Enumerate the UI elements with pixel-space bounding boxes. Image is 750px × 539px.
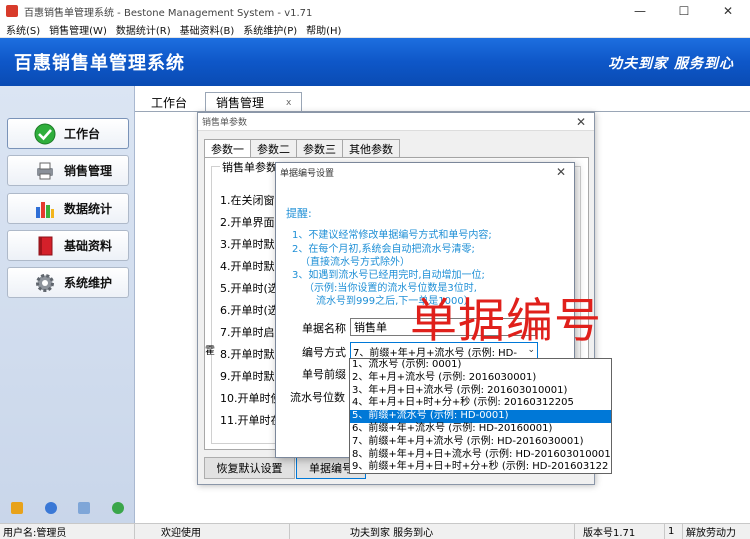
gear-icon xyxy=(34,272,56,294)
printer-icon xyxy=(34,160,56,182)
status-version: 版本号1.71 xyxy=(575,524,665,539)
tip-heading: 提醒: xyxy=(286,207,312,220)
banner-slogan: 功夫到家 服务到心 xyxy=(608,56,734,72)
tab-params-3[interactable]: 参数三 xyxy=(296,139,343,157)
sidebar-item-statistics[interactable]: 数据统计 xyxy=(7,193,129,224)
numbering-mode-dropdown: 1、流水号 (示例: 0001) 2、年+月+流水号 (示例: 20160300… xyxy=(349,358,612,474)
bar-chart-icon xyxy=(34,198,56,220)
menu-bar: 系统(S) 销售管理(W) 数据统计(R) 基础资料(B) 系统维护(P) 帮助… xyxy=(0,22,750,38)
dropdown-option[interactable]: 8、前缀+年+月+日+流水号 (示例: HD-201603010001 xyxy=(350,449,611,462)
sidebar-item-workbench[interactable]: 工作台 xyxy=(7,118,129,149)
sidebar: 工作台 销售管理 数据统计 基础资料 系统维护 xyxy=(0,86,135,523)
window-icon[interactable] xyxy=(78,502,91,514)
tab-params-2[interactable]: 参数二 xyxy=(250,139,297,157)
title-bar: 百惠销售单管理系统 - Bestone Management System - … xyxy=(0,0,750,22)
close-icon[interactable]: ✕ xyxy=(556,165,566,179)
serial-digits-label: 流水号位数 xyxy=(290,391,345,404)
menu-statistics[interactable]: 数据统计(R) xyxy=(116,22,171,37)
param-item[interactable]: 11.开单时在 xyxy=(220,412,282,428)
prefix-label: 单号前缀 xyxy=(302,368,346,381)
tab-workbench[interactable]: 工作台 xyxy=(141,92,197,112)
dropdown-option[interactable]: 1、流水号 (示例: 0001) xyxy=(350,359,611,372)
tab-label: 销售管理 xyxy=(216,96,265,110)
dropdown-option-highlighted[interactable]: 5、前缀+流水号 (示例: HD-0001) xyxy=(350,410,611,423)
menu-sales[interactable]: 销售管理(W) xyxy=(49,22,107,37)
sidebar-item-label: 工作台 xyxy=(64,127,101,141)
numbering-mode-label: 编号方式 xyxy=(302,346,346,359)
sidebar-item-label: 系统维护 xyxy=(64,276,113,290)
menu-help[interactable]: 帮助(H) xyxy=(306,22,341,37)
dropdown-option[interactable]: 2、年+月+流水号 (示例: 2016030001) xyxy=(350,372,611,385)
close-tab-icon[interactable]: x xyxy=(286,98,291,108)
status-count: 1 xyxy=(665,524,683,539)
tab-other-params[interactable]: 其他参数 xyxy=(342,139,400,157)
sidebar-item-label: 数据统计 xyxy=(64,202,113,216)
param-item[interactable]: 10.开单时使 xyxy=(220,390,282,406)
tab-params-1[interactable]: 参数一 xyxy=(204,139,251,158)
app-title: 百惠销售单管理系统 xyxy=(14,53,185,74)
close-button[interactable]: ✕ xyxy=(706,0,750,22)
status-extra: 解放劳动力 xyxy=(686,528,736,539)
window-controls: — ☐ ✕ xyxy=(618,0,750,22)
sidebar-toolbar xyxy=(0,499,135,517)
sidebar-item-basic-data[interactable]: 基础资料 xyxy=(7,230,129,261)
main-tab-bar: 工作台 销售管理 x xyxy=(135,90,303,112)
status-user: 用户名:管理员 xyxy=(0,524,135,539)
status-slogan: 功夫到家 服务到心 xyxy=(290,524,575,539)
menu-maintenance[interactable]: 系统维护(P) xyxy=(243,22,297,37)
tab-sales-management[interactable]: 销售管理 x xyxy=(205,92,303,112)
reset-defaults-button[interactable]: 恢复默认设置 xyxy=(204,457,295,479)
status-bar: 用户名:管理员 欢迎使用 功夫到家 服务到心 版本号1.71 1 解放劳动力 xyxy=(0,523,750,539)
sidebar-item-label: 基础资料 xyxy=(64,239,113,253)
tip-line: 1、不建议经常修改单据编号方式和单号内容; xyxy=(292,230,492,241)
dialog-title: 销售单参数 xyxy=(198,113,594,131)
maximize-button[interactable]: ☐ xyxy=(662,0,706,22)
header-banner: 百惠销售单管理系统 功夫到家 服务到心 xyxy=(0,38,750,86)
dropdown-option[interactable]: 4、年+月+日+时+分+秒 (示例: 20160312205 xyxy=(350,397,611,410)
status-welcome: 欢迎使用 xyxy=(135,524,290,539)
key-icon[interactable] xyxy=(10,502,23,514)
sidebar-item-label: 销售管理 xyxy=(64,164,113,178)
menu-system[interactable]: 系统(S) xyxy=(6,22,40,37)
dropdown-option[interactable]: 9、前缀+年+月+日+时+分+秒 (示例: HD-201603122 xyxy=(350,461,611,473)
window-title: 百惠销售单管理系统 - Bestone Management System - … xyxy=(24,7,313,19)
overlay-caption: 单据编号 xyxy=(410,294,602,349)
sidebar-item-sales[interactable]: 销售管理 xyxy=(7,155,129,186)
params-tab-bar: 参数一 参数二 参数三 其他参数 xyxy=(204,139,400,158)
group-caption: 销售单参数 xyxy=(220,159,279,175)
exit-icon[interactable] xyxy=(112,502,125,514)
check-icon xyxy=(34,123,56,145)
menu-basic-data[interactable]: 基础资料(B) xyxy=(180,22,235,37)
app-logo-icon xyxy=(6,5,18,17)
dropdown-option[interactable]: 6、前缀+年+流水号 (示例: HD-20160001) xyxy=(350,423,611,436)
doc-name-label: 单据名称 xyxy=(302,322,346,335)
param-item[interactable]: 5.开单时(选 xyxy=(220,280,279,296)
clock-icon[interactable] xyxy=(44,502,57,514)
param-item[interactable]: 6.开单时(选 xyxy=(220,302,279,318)
dropdown-option[interactable]: 7、前缀+年+月+流水号 (示例: HD-2016030001) xyxy=(350,436,611,449)
stray-text: 霍 xyxy=(205,346,215,357)
dropdown-option[interactable]: 3、年+月+日+流水号 (示例: 201603010001) xyxy=(350,385,611,398)
dialog-title: 单据编号设置 xyxy=(280,168,335,179)
book-icon xyxy=(34,235,56,257)
sidebar-item-maintenance[interactable]: 系统维护 xyxy=(7,267,129,298)
minimize-button[interactable]: — xyxy=(618,0,662,22)
close-icon[interactable]: ✕ xyxy=(576,115,586,129)
